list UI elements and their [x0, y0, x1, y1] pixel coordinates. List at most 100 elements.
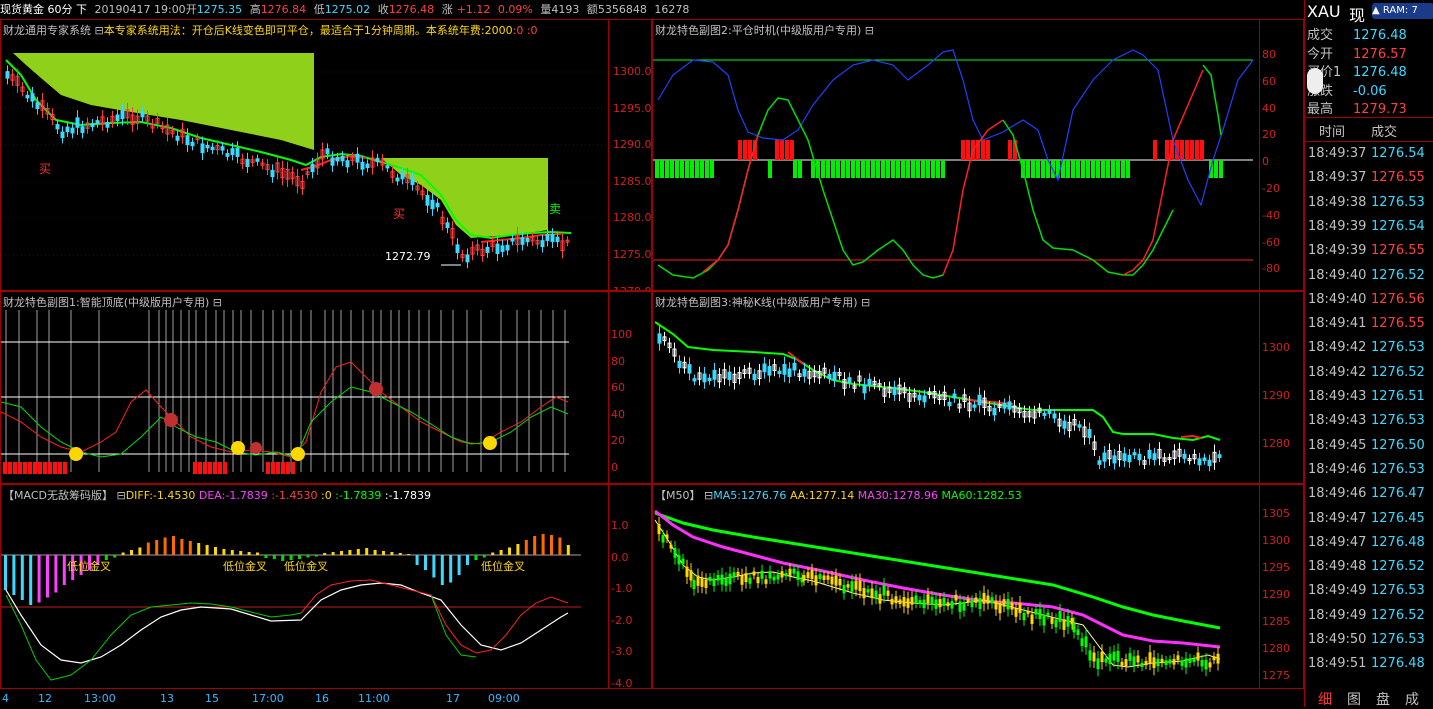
macd-bar [4, 555, 7, 590]
macd-panel[interactable]: 【MACD无敌筹码版】 ⊟DIFF:-1.4530 DEA:-1.7839 :-… [0, 484, 652, 689]
signal-bar [911, 160, 915, 178]
bottom-bar [13, 462, 17, 474]
candle-body [692, 580, 696, 590]
signal-bar [685, 160, 689, 178]
candle-body [255, 158, 260, 162]
tick-time: 18:49:39 [1308, 218, 1367, 234]
candle-body [732, 572, 736, 578]
candle-body [724, 578, 728, 586]
candle-body [1140, 662, 1144, 668]
y-tick-label: -60 [1262, 235, 1280, 249]
volume-value: 4193 [551, 3, 580, 16]
sidebar-tab[interactable]: 盘 [1376, 689, 1390, 709]
price-header: 成交 [1371, 125, 1398, 140]
exit-timing-panel[interactable]: 财龙特色副图2:平仓时机(中级版用户专用) ⊟ 80 60 40 20 0 -20 -40 -… [652, 19, 1304, 291]
buy-signal-1: 买 [39, 162, 52, 176]
signal-bar [961, 140, 965, 160]
mystic-k-panel[interactable]: 财龙特色副图3:神秘K线(中级版用户专用) ⊟ 1300 1290 1280 [652, 291, 1304, 484]
candle-body [200, 143, 205, 154]
candle-body [802, 368, 807, 377]
y-tick-label: 1300 [1262, 534, 1290, 547]
tick-price: 1276.55 [1371, 170, 1425, 186]
signal-bar [901, 160, 905, 178]
candle-body [687, 364, 692, 374]
tick-row: 18:49:37 1276.55 [1308, 170, 1425, 185]
expert-system-values: :0 :0 [512, 24, 538, 37]
macd-bar [314, 555, 318, 557]
red-channel-segment [787, 351, 804, 365]
candle-body [335, 157, 340, 162]
candle-body [796, 571, 800, 580]
green-diff-line [5, 594, 302, 681]
bottom-bar [266, 462, 270, 474]
bottom-bar [193, 462, 197, 474]
y-tick-label: -2.0 [611, 613, 633, 627]
sidebar-tab[interactable]: 成 [1405, 689, 1419, 709]
tick-row: 18:49:42 1276.53 [1308, 340, 1425, 355]
volume-label: 量 [540, 3, 552, 16]
tick-price: 1276.45 [1371, 510, 1425, 526]
candle-body [1007, 401, 1012, 410]
main-chart-panel[interactable]: 财龙通用专家系统 ⊟本专家系统用法：开仓后K线变色即可平仓，最适合于1分钟周期。… [0, 19, 652, 291]
tick-row: 18:49:49 1276.53 [1308, 583, 1425, 599]
candle-body [65, 126, 70, 133]
candle-body [1054, 619, 1058, 628]
golden-cross-label: 低位金叉 [223, 560, 267, 573]
candle-body [245, 158, 250, 167]
candle-body [140, 111, 145, 118]
macd-bar [188, 541, 192, 555]
signal-bar [1126, 160, 1130, 178]
candle-body [866, 589, 870, 593]
macd-bar [12, 555, 16, 595]
signal-bar [675, 160, 679, 178]
top-bottom-panel[interactable]: 财龙特色副图1:智能顶底(中级版用户专用) ⊟ 100 80 60 40 20 0 [0, 291, 652, 484]
y-tick-label: 1290 [1262, 389, 1290, 402]
change-label: 涨 [441, 3, 453, 16]
candle-body [90, 123, 95, 128]
signal-bar [768, 160, 772, 178]
candle-body [1006, 599, 1010, 610]
signal-bar [1121, 160, 1125, 178]
candle-body [862, 384, 867, 394]
candle-body [25, 94, 30, 99]
sidebar-tab[interactable]: 图 [1347, 689, 1361, 709]
tick-price: 1276.54 [1371, 218, 1425, 234]
candle-body [748, 577, 752, 584]
tick-time: 18:49:49 [1308, 583, 1367, 599]
macd-bar [524, 540, 528, 555]
tick-time: 18:49:38 [1308, 194, 1367, 210]
candle-body [1182, 453, 1187, 459]
y-tick-label: -3.0 [611, 645, 633, 658]
y-tick-label: 1305 [1262, 507, 1290, 520]
macd-bar [340, 551, 343, 555]
candle-body [657, 333, 662, 344]
y-tick-label: 60 [1262, 74, 1276, 88]
candle-body [375, 157, 380, 163]
signal-bar [876, 160, 880, 178]
y-tick-label: 0.0 [611, 550, 629, 564]
ma-panel[interactable]: 【M50】 ⊟MA5:1276.76 AA:1277.14 MA30:1278.… [652, 484, 1304, 689]
y-tick-label: -1.0 [611, 582, 633, 595]
candle-body [510, 238, 515, 242]
candle-body [1042, 614, 1046, 626]
signal-bar [906, 160, 910, 178]
ma30-line [654, 509, 1221, 649]
tick-price: 1276.52 [1371, 364, 1425, 380]
candle-body [673, 548, 677, 558]
green-fill-area-1 [13, 53, 314, 150]
candle-body [1052, 413, 1057, 419]
candle-body [70, 127, 75, 134]
candle-body [60, 131, 65, 139]
quote-value: 1276.48 [1353, 28, 1407, 43]
y-axis [608, 292, 609, 483]
signal-bar [1008, 140, 1012, 160]
candle-body [1180, 661, 1184, 666]
quote-label: 最高 [1307, 102, 1334, 117]
macd-bar [180, 539, 184, 555]
macd-bar [256, 552, 259, 555]
sidebar-tab[interactable]: 细 [1318, 689, 1332, 709]
signal-bar [798, 160, 802, 178]
y-tick-label: 1295.0 [613, 101, 652, 115]
candle-body [874, 590, 878, 599]
macd-bar [541, 534, 545, 555]
